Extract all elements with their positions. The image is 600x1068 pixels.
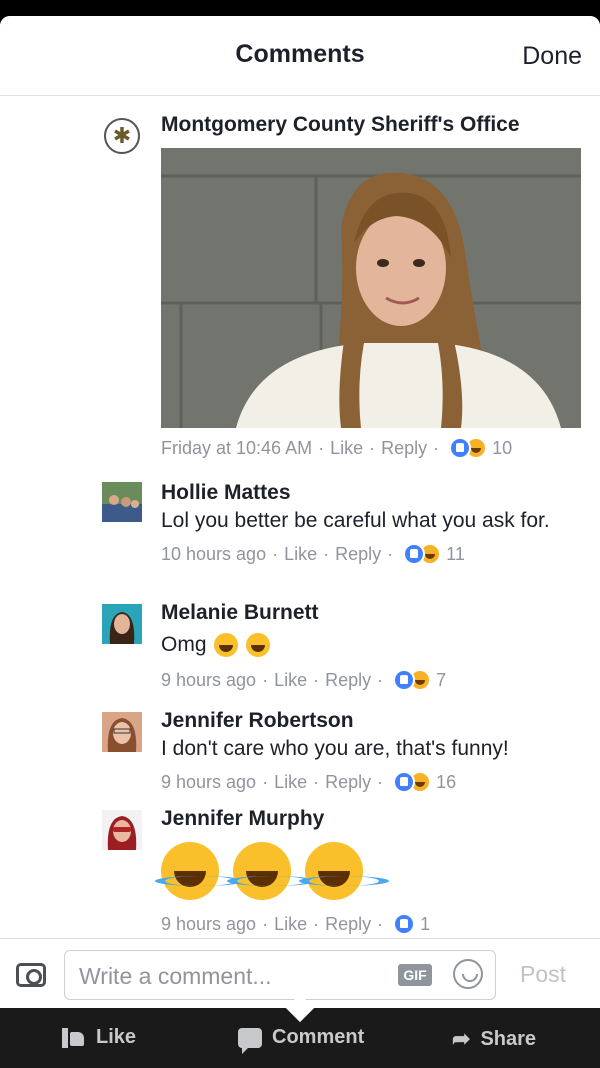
reaction-count: 7	[436, 670, 447, 690]
avatar-image	[102, 482, 142, 522]
laughing-emoji-icon	[214, 633, 239, 658]
mugshot-image	[161, 148, 581, 428]
laughing-emoji-icon	[246, 633, 271, 658]
comment-body: Melanie Burnett Omg 9 hours ago · Like ·…	[161, 600, 560, 692]
laughing-emoji-icon	[227, 842, 317, 900]
avatar-image	[102, 604, 142, 644]
comment-reply-link[interactable]: Reply	[325, 668, 371, 692]
avatar-image	[102, 810, 142, 850]
thumbs-up-icon	[62, 1027, 86, 1048]
comment-reply-link[interactable]: Reply	[325, 770, 371, 794]
sheriff-star-icon	[104, 118, 140, 154]
comment-like-link[interactable]: Like	[274, 912, 307, 936]
like-reaction-icon	[393, 669, 416, 691]
comment-text-row: Omg	[161, 632, 560, 658]
comment-time: 9 hours ago	[161, 914, 257, 934]
comment-text: I don't care who you are, that's funny!	[161, 737, 509, 760]
comment-body: Jennifer Murphy 9 hours ago · Like · Rep…	[155, 806, 560, 936]
post-button[interactable]: Post	[520, 961, 566, 988]
share-action-label: Share	[480, 1027, 537, 1050]
sheriff-badge-avatar[interactable]	[102, 116, 142, 156]
post-time: Friday at 10:46 AM	[161, 438, 313, 458]
post-like-link[interactable]: Like	[330, 436, 363, 460]
camera-icon[interactable]	[16, 963, 46, 987]
comment-time: 9 hours ago	[161, 772, 257, 792]
gif-button[interactable]: GIF	[398, 964, 432, 986]
post-reactions[interactable]: 10	[449, 436, 512, 460]
comment-text: Omg	[161, 633, 207, 656]
comment-reactions[interactable]: 1	[393, 912, 430, 936]
post-reply-link[interactable]: Reply	[381, 436, 427, 460]
post-meta: Friday at 10:46 AM · Like · Reply · 10	[161, 436, 513, 460]
like-reaction-icon	[393, 771, 416, 793]
comment-author[interactable]: Jennifer Murphy	[161, 806, 560, 832]
like-action-button[interactable]: Like	[62, 1026, 136, 1049]
header-title: Comments	[235, 40, 365, 68]
share-action-button[interactable]: ➦ Share	[452, 1026, 536, 1052]
comment-time: 9 hours ago	[161, 670, 257, 690]
comment-meta: 9 hours ago · Like · Reply · 1	[161, 912, 431, 936]
comment-emoji-row	[155, 842, 560, 900]
laughing-emoji-icon	[155, 842, 245, 900]
reaction-count: 16	[436, 772, 457, 792]
comment-reactions[interactable]: 16	[393, 770, 456, 794]
post-author[interactable]: Montgomery County Sheriff's Office	[161, 112, 560, 138]
comment-like-link[interactable]: Like	[284, 542, 317, 566]
done-button[interactable]: Done	[522, 42, 582, 71]
mugshot-photo[interactable]	[161, 148, 581, 428]
comment-author[interactable]: Melanie Burnett	[161, 600, 560, 626]
comment-input[interactable]: Write a comment... GIF	[64, 950, 496, 1000]
comment-reactions[interactable]: 11	[403, 542, 465, 566]
comment-body: Jennifer Robertson I don't care who you …	[161, 708, 560, 794]
comment-bubble-icon	[238, 1027, 262, 1054]
comment-meta: 9 hours ago · Like · Reply · 7	[161, 668, 447, 692]
laughing-emoji-icon	[299, 842, 389, 900]
comment-time: 10 hours ago	[161, 544, 267, 564]
comment-input-placeholder: Write a comment...	[79, 963, 272, 989]
post-body: Montgomery County Sheriff's Office Frida…	[161, 108, 581, 460]
comment-action-button[interactable]: Comment	[238, 1026, 365, 1054]
avatar[interactable]	[102, 712, 142, 752]
reaction-count: 11	[446, 544, 465, 564]
comment-meta: 10 hours ago · Like · Reply · 11	[161, 542, 465, 566]
like-reaction-icon	[393, 913, 416, 935]
like-reaction-icon	[403, 543, 426, 565]
avatar[interactable]	[102, 604, 142, 644]
comment-action-label: Comment	[272, 1026, 365, 1048]
comment-author[interactable]: Hollie Mattes	[161, 480, 560, 506]
comment-text: Lol you better be careful what you ask f…	[161, 509, 550, 532]
share-arrow-icon: ➦	[452, 1026, 471, 1051]
avatar[interactable]	[102, 482, 142, 522]
like-reaction-icon	[449, 437, 472, 459]
reaction-count: 10	[492, 438, 513, 458]
comment-reply-link[interactable]: Reply	[325, 912, 371, 936]
like-action-label: Like	[96, 1026, 137, 1048]
comments-sheet: Comments Done Montgomery County Sheriff'…	[0, 16, 600, 1008]
comment-meta: 9 hours ago · Like · Reply · 16	[161, 770, 457, 794]
comment-like-link[interactable]: Like	[274, 668, 307, 692]
comment-reply-link[interactable]: Reply	[335, 542, 381, 566]
comment-body: Hollie Mattes Lol you better be careful …	[161, 480, 560, 566]
avatar-image	[102, 712, 142, 752]
avatar[interactable]	[102, 810, 142, 850]
comment-like-link[interactable]: Like	[274, 770, 307, 794]
comment-reactions[interactable]: 7	[393, 668, 446, 692]
smiley-icon[interactable]	[453, 959, 483, 989]
bottom-action-bar: Like Comment ➦ Share	[0, 993, 600, 1068]
comment-author[interactable]: Jennifer Robertson	[161, 708, 560, 734]
reaction-count: 1	[420, 914, 431, 934]
comments-header: Comments Done	[0, 16, 600, 96]
